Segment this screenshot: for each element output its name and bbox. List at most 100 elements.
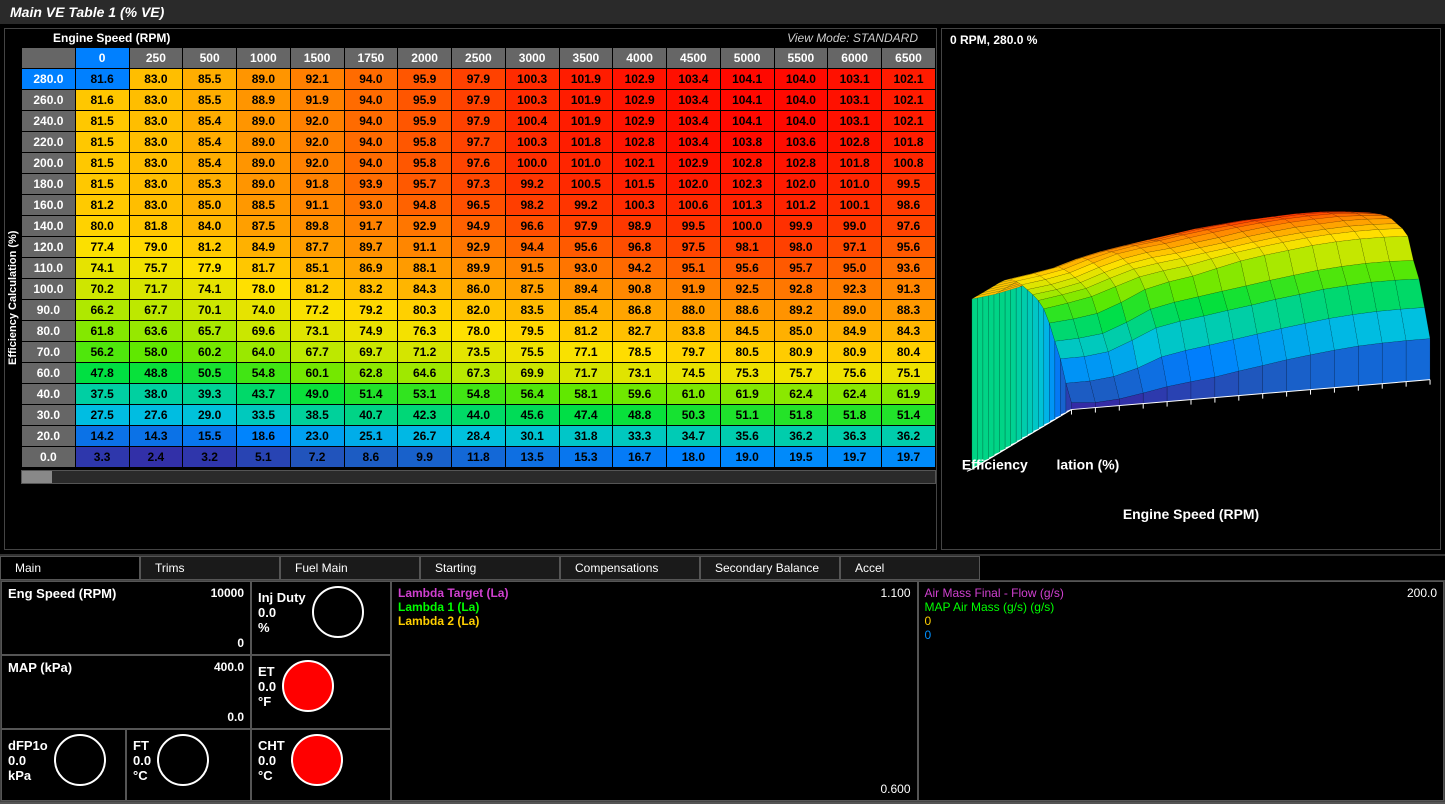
tab-main[interactable]: Main [0, 556, 140, 580]
ve-cell[interactable]: 101.5 [613, 174, 667, 195]
gauge-eng-speed[interactable]: Eng Speed (RPM) 10000 0 [1, 581, 251, 655]
ve-cell[interactable]: 100.3 [613, 195, 667, 216]
ve-cell[interactable]: 48.8 [613, 405, 667, 426]
ve-cell[interactable]: 67.3 [452, 363, 506, 384]
ve-cell[interactable]: 102.8 [720, 153, 774, 174]
ve-cell[interactable]: 51.4 [882, 405, 936, 426]
ve-cell[interactable]: 84.9 [828, 321, 882, 342]
ve-cell[interactable]: 81.2 [290, 279, 344, 300]
ve-cell[interactable]: 51.8 [828, 405, 882, 426]
ve-cell[interactable]: 101.9 [559, 69, 613, 90]
ve-cell[interactable]: 85.4 [183, 111, 237, 132]
row-header[interactable]: 220.0 [22, 132, 76, 153]
ve-cell[interactable]: 81.5 [75, 174, 129, 195]
ve-cell[interactable]: 38.0 [129, 384, 183, 405]
ve-cell[interactable]: 61.9 [882, 384, 936, 405]
ve-cell[interactable]: 89.0 [828, 300, 882, 321]
ve-cell[interactable]: 83.2 [344, 279, 398, 300]
ve-cell[interactable]: 93.6 [882, 258, 936, 279]
ve-cell[interactable]: 94.0 [344, 69, 398, 90]
ve-cell[interactable]: 91.9 [290, 90, 344, 111]
row-header[interactable]: 0.0 [22, 447, 76, 468]
ve-cell[interactable]: 19.7 [828, 447, 882, 468]
ve-cell[interactable]: 99.0 [828, 216, 882, 237]
ve-cell[interactable]: 50.5 [183, 363, 237, 384]
ve-cell[interactable]: 97.7 [452, 132, 506, 153]
ve-cell[interactable]: 77.9 [183, 258, 237, 279]
ve-cell[interactable]: 7.2 [290, 447, 344, 468]
ve-cell[interactable]: 100.5 [559, 174, 613, 195]
col-header[interactable]: 4000 [613, 48, 667, 69]
ve-cell[interactable]: 18.0 [667, 447, 721, 468]
ve-cell[interactable]: 92.5 [720, 279, 774, 300]
ve-cell[interactable]: 95.9 [398, 69, 452, 90]
ve-cell[interactable]: 94.0 [344, 132, 398, 153]
ve-cell[interactable]: 80.9 [774, 342, 828, 363]
ve-cell[interactable]: 95.1 [667, 258, 721, 279]
ve-cell[interactable]: 102.8 [828, 132, 882, 153]
ve-cell[interactable]: 81.6 [75, 69, 129, 90]
row-header[interactable]: 70.0 [22, 342, 76, 363]
ve-cell[interactable]: 101.8 [828, 153, 882, 174]
ve-cell[interactable]: 99.2 [559, 195, 613, 216]
ve-cell[interactable]: 67.7 [129, 300, 183, 321]
ve-cell[interactable]: 18.6 [237, 426, 291, 447]
ve-cell[interactable]: 50.3 [667, 405, 721, 426]
ve-cell[interactable]: 81.2 [559, 321, 613, 342]
ve-cell[interactable]: 94.4 [505, 237, 559, 258]
ve-cell[interactable]: 84.0 [183, 216, 237, 237]
ve-cell[interactable]: 85.0 [183, 195, 237, 216]
ve-cell[interactable]: 9.9 [398, 447, 452, 468]
ve-cell[interactable]: 80.9 [828, 342, 882, 363]
ve-cell[interactable]: 84.3 [882, 321, 936, 342]
ve-cell[interactable]: 45.6 [505, 405, 559, 426]
col-header[interactable]: 1000 [237, 48, 291, 69]
ve-cell[interactable]: 47.8 [75, 363, 129, 384]
ve-cell[interactable]: 89.0 [237, 153, 291, 174]
ve-cell[interactable]: 92.0 [290, 132, 344, 153]
ve-cell[interactable]: 89.9 [452, 258, 506, 279]
ve-cell[interactable]: 104.0 [774, 69, 828, 90]
ve-cell[interactable]: 81.6 [75, 90, 129, 111]
ve-cell[interactable]: 100.4 [505, 111, 559, 132]
ve-cell[interactable]: 100.0 [505, 153, 559, 174]
ve-cell[interactable]: 104.1 [720, 90, 774, 111]
ve-cell[interactable]: 19.5 [774, 447, 828, 468]
ve-cell[interactable]: 51.4 [344, 384, 398, 405]
ve-cell[interactable]: 73.5 [452, 342, 506, 363]
ve-cell[interactable]: 94.8 [398, 195, 452, 216]
ve-cell[interactable]: 89.0 [237, 69, 291, 90]
ve-cell[interactable]: 75.5 [505, 342, 559, 363]
ve-cell[interactable]: 13.5 [505, 447, 559, 468]
ve-cell[interactable]: 28.4 [452, 426, 506, 447]
ve-cell[interactable]: 83.0 [129, 153, 183, 174]
ve-cell[interactable]: 99.2 [505, 174, 559, 195]
col-header[interactable]: 3500 [559, 48, 613, 69]
ve-cell[interactable]: 81.5 [75, 153, 129, 174]
ve-cell[interactable]: 39.3 [183, 384, 237, 405]
ve-cell[interactable]: 77.2 [290, 300, 344, 321]
ve-cell[interactable]: 102.1 [882, 69, 936, 90]
ve-cell[interactable]: 87.5 [237, 216, 291, 237]
ve-cell[interactable]: 85.4 [183, 132, 237, 153]
ve-cell[interactable]: 102.8 [774, 153, 828, 174]
ve-cell[interactable]: 36.2 [774, 426, 828, 447]
col-header[interactable]: 2000 [398, 48, 452, 69]
ve-cell[interactable]: 97.1 [828, 237, 882, 258]
ve-cell[interactable]: 91.7 [344, 216, 398, 237]
ve-cell[interactable]: 97.5 [667, 237, 721, 258]
ve-cell[interactable]: 31.8 [559, 426, 613, 447]
ve-cell[interactable]: 33.5 [237, 405, 291, 426]
row-header[interactable]: 160.0 [22, 195, 76, 216]
ve-cell[interactable]: 51.8 [774, 405, 828, 426]
ve-cell[interactable]: 83.0 [129, 90, 183, 111]
row-header[interactable]: 200.0 [22, 153, 76, 174]
ve-cell[interactable]: 83.8 [667, 321, 721, 342]
ve-cell[interactable]: 61.0 [667, 384, 721, 405]
ve-cell[interactable]: 34.7 [667, 426, 721, 447]
ve-cell[interactable]: 8.6 [344, 447, 398, 468]
ve-cell[interactable]: 86.9 [344, 258, 398, 279]
ve-cell[interactable]: 29.0 [183, 405, 237, 426]
ve-cell[interactable]: 93.0 [344, 195, 398, 216]
ve-cell[interactable]: 103.4 [667, 132, 721, 153]
